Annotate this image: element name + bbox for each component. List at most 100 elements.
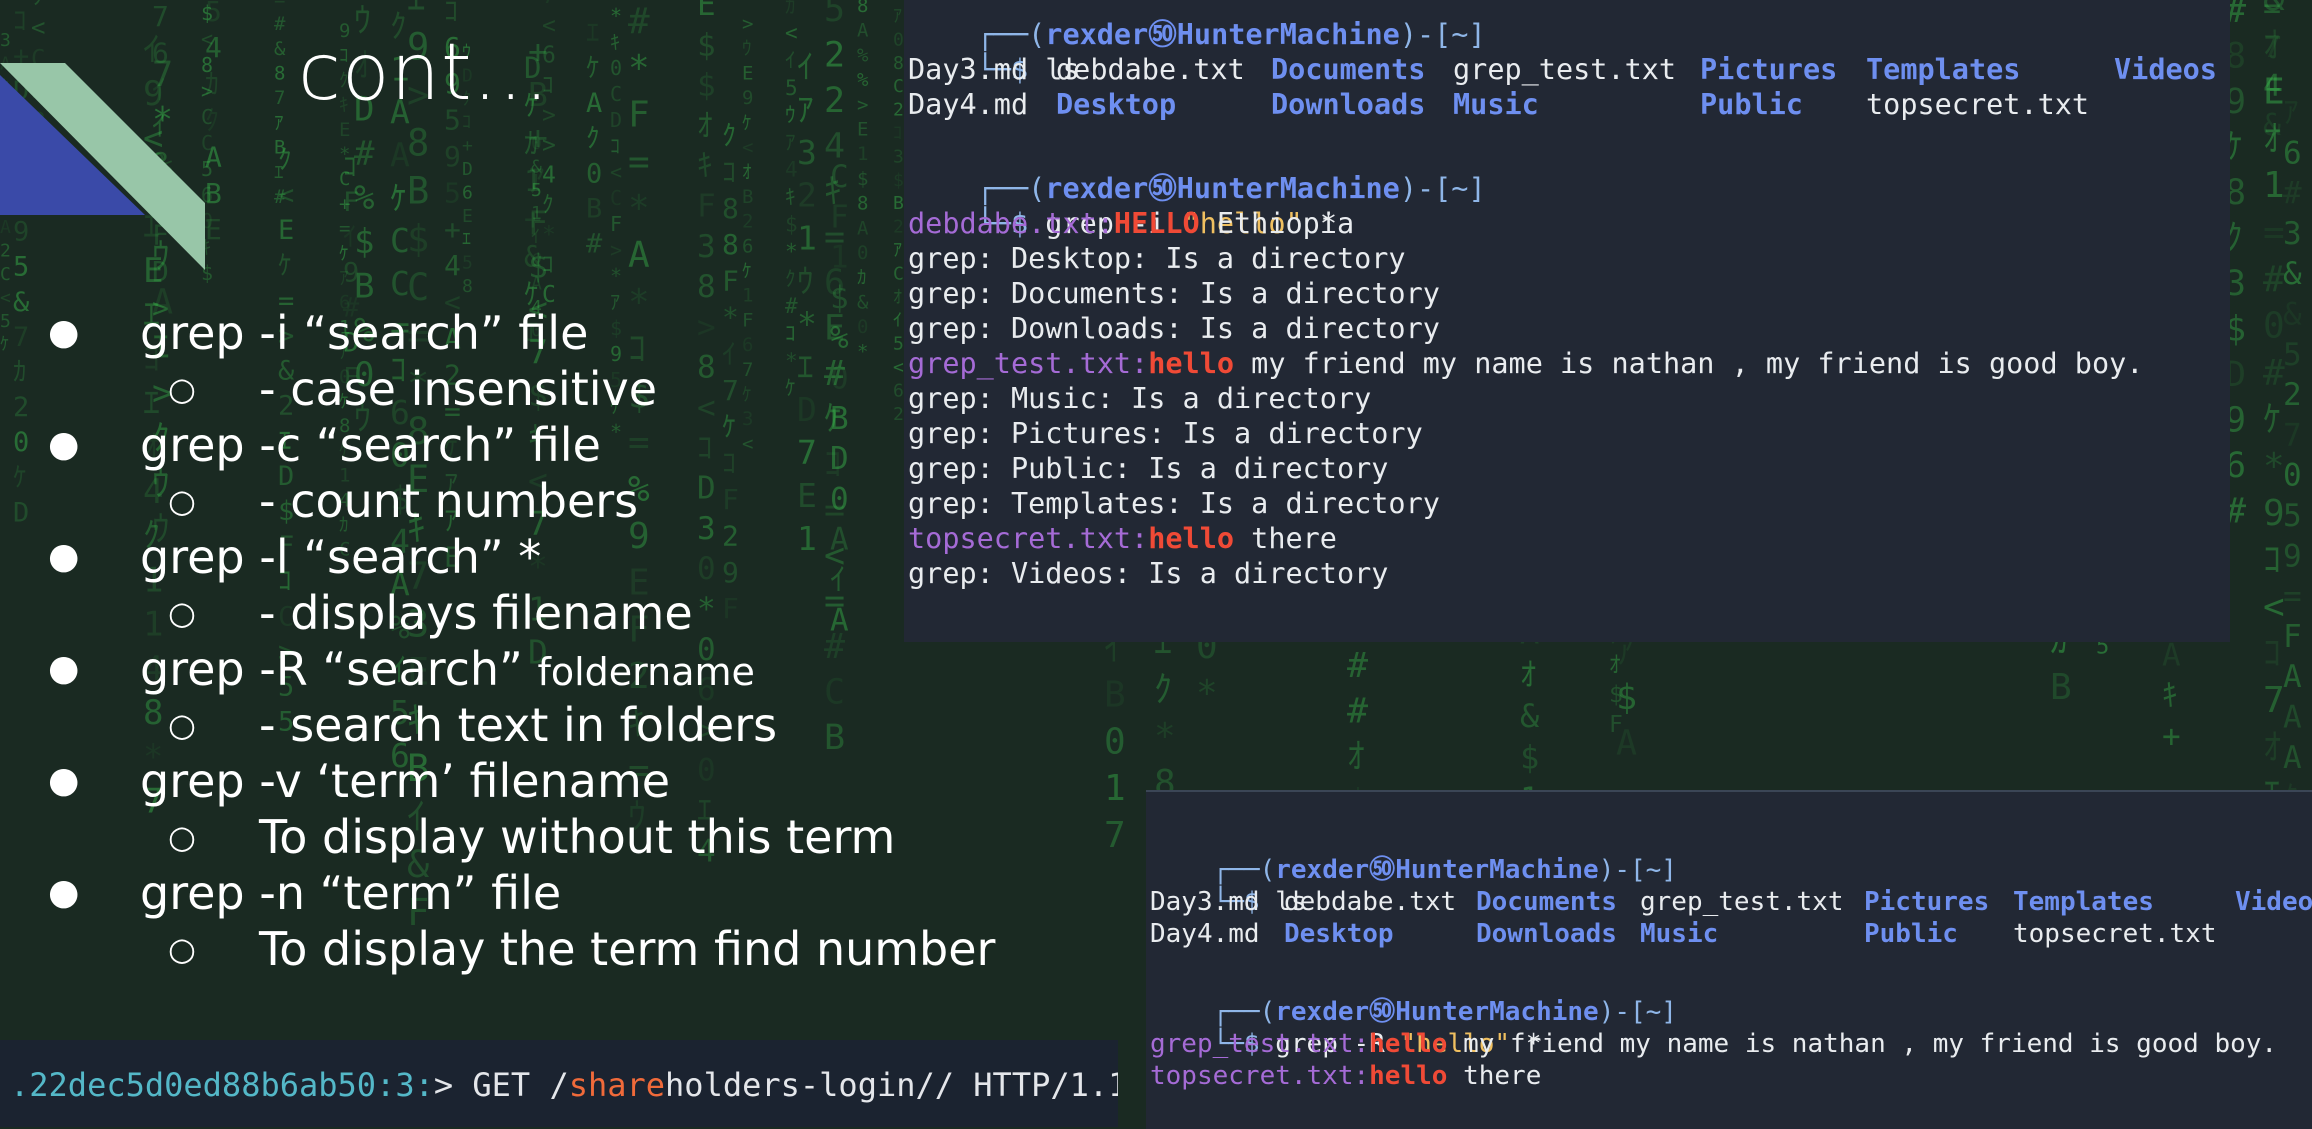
matrix-glyph: 5 <box>785 76 798 100</box>
matrix-glyph: * <box>1196 673 1218 714</box>
matrix-glyph: ｱ <box>893 6 902 27</box>
matrix-glyph: < <box>0 287 11 308</box>
matrix-glyph: ｱ <box>893 240 902 261</box>
matrix-glyph: 8 <box>274 63 285 85</box>
matrix-glyph: ｱ <box>274 112 284 134</box>
matrix-glyph: + <box>524 202 541 236</box>
matrix-glyph: A <box>857 20 869 42</box>
matrix-glyph: # <box>274 186 286 208</box>
matrix-glyph: & <box>2283 256 2302 292</box>
grep-output-line: debdabe.txt:HELLO Ethiopia <box>908 207 1355 240</box>
file-entry: Day4.md <box>1150 919 1260 949</box>
log-strip: .22dec5d0ed88b6ab50:3:> GET /shareholder… <box>0 1040 1118 1127</box>
matrix-glyph: ｵ <box>697 108 713 144</box>
matrix-glyph: ｶ <box>785 0 796 18</box>
prompt-line: ┌──(rexder㊿HunterMachine)-[~] <box>1212 855 1677 885</box>
matrix-glyph: E <box>339 119 350 141</box>
grep-output-line: grep: Documents: Is a directory <box>908 277 1440 310</box>
matrix-glyph: 4 <box>444 249 461 282</box>
matrix-glyph: 7 <box>274 87 285 109</box>
matrix-glyph: * <box>2263 446 2285 487</box>
matrix-glyph: 2 <box>13 392 29 423</box>
matrix-glyph: 8 <box>722 228 739 261</box>
matrix-glyph: 0 <box>893 29 904 50</box>
sub-bullet-item: ○ - count numbers <box>168 474 639 528</box>
matrix-glyph: 3 <box>697 229 716 265</box>
matrix-glyph: D <box>13 497 29 528</box>
matrix-glyph: ｺ <box>444 0 458 27</box>
file-entry: debdabe.txt <box>1284 887 1457 917</box>
matrix-glyph: D <box>610 108 622 132</box>
directory-entry: Public <box>1864 919 1958 949</box>
matrix-glyph: ｹ <box>390 178 407 217</box>
matrix-glyph: ｵ <box>2263 118 2281 159</box>
matrix-glyph: ｺ <box>722 155 736 188</box>
matrix-glyph: & <box>2283 297 2302 333</box>
matrix-glyph: 5 <box>2283 498 2302 534</box>
matrix-glyph: ｹ <box>742 260 752 282</box>
matrix-glyph: + <box>2162 718 2181 754</box>
matrix-glyph: 7 <box>542 0 556 9</box>
matrix-glyph: + <box>444 213 461 246</box>
file-entry: topsecret.txt <box>1866 88 2090 121</box>
matrix-glyph: < <box>31 13 45 41</box>
matrix-glyph: ｸ <box>586 123 600 154</box>
matrix-glyph: B <box>2050 667 2072 708</box>
matrix-glyph: = <box>2283 579 2302 615</box>
grep-output-line: grep: Downloads: Is a directory <box>908 312 1440 345</box>
matrix-glyph: 6 <box>742 235 753 257</box>
directory-entry: Documents <box>1271 53 1426 86</box>
matrix-glyph: 5 <box>444 176 461 209</box>
bullet-item: ● grep -v ‘term’ filename <box>48 754 671 808</box>
matrix-glyph: 0 <box>2283 458 2302 494</box>
grep-output-line: grep: Videos: Is a directory <box>908 557 1389 590</box>
matrix-glyph: ｳ <box>797 262 814 301</box>
matrix-glyph: ｹ <box>278 250 292 281</box>
matrix-glyph: 2 <box>797 176 817 215</box>
sub-bullet-item: ○ - search text in folders <box>168 698 778 752</box>
matrix-glyph: = <box>628 141 650 182</box>
matrix-glyph: A <box>586 88 602 119</box>
matrix-glyph: $ <box>893 170 904 191</box>
matrix-glyph: # <box>1347 646 1368 686</box>
ls-output-row: Day3.md debdabe.txt Documents grep_test.txt… <box>904 52 2230 87</box>
matrix-glyph: 4 <box>785 158 798 182</box>
matrix-glyph: 8 <box>722 192 739 225</box>
matrix-glyph: # <box>2283 176 2302 212</box>
matrix-glyph: B <box>274 137 285 159</box>
matrix-glyph: ｺ <box>343 152 357 183</box>
grep-output-line: grep_test.txt:hello my friend my name is… <box>908 347 2144 380</box>
matrix-glyph: ｲ <box>343 222 357 253</box>
matrix-glyph: ｱ <box>785 130 796 154</box>
matrix-glyph: ｴ <box>586 18 600 49</box>
matrix-glyph: 7 <box>13 322 29 353</box>
directory-entry: Music <box>1453 88 1539 121</box>
matrix-glyph: % <box>857 69 869 91</box>
file-entry: Day4.md <box>908 88 1029 121</box>
matrix-glyph: 7 <box>2263 680 2285 721</box>
matrix-glyph: $ <box>407 218 429 261</box>
matrix-glyph: * <box>1154 716 1176 757</box>
matrix-glyph: # <box>2263 352 2285 393</box>
matrix-glyph: A <box>2283 659 2302 695</box>
prompt-line: ┌──(rexder㊿HunterMachine)-[~] <box>976 172 1486 205</box>
matrix-glyph: 5 <box>0 311 11 332</box>
matrix-glyph: > <box>742 13 753 35</box>
directory-entry: Music <box>1640 919 1719 949</box>
directory-entry: Videos <box>2114 53 2217 86</box>
ls-output-row: Day4.md Desktop Downloads Music Public topsec… <box>1146 918 2312 950</box>
matrix-glyph: ｵ <box>2263 25 2281 66</box>
matrix-glyph: 1 <box>797 219 817 258</box>
matrix-glyph: ｸ <box>722 119 736 152</box>
bullet-circle-icon: ○ <box>168 706 196 744</box>
matrix-glyph: 1 <box>742 285 753 307</box>
matrix-glyph: 3 <box>797 133 817 172</box>
bullet-dot-icon: ● <box>48 536 80 577</box>
matrix-glyph: ｵ <box>1347 737 1365 777</box>
matrix-glyph: * <box>628 188 650 229</box>
matrix-glyph: $ <box>697 68 716 104</box>
terminal-screenshot-1: ┌──(rexder㊿HunterMachine)-[~] └─$ ls Day… <box>904 0 2230 642</box>
grep-output-line: grep: Music: Is a directory <box>908 382 1372 415</box>
matrix-glyph: 2 <box>893 217 904 238</box>
matrix-glyph: ｺ <box>610 134 620 158</box>
